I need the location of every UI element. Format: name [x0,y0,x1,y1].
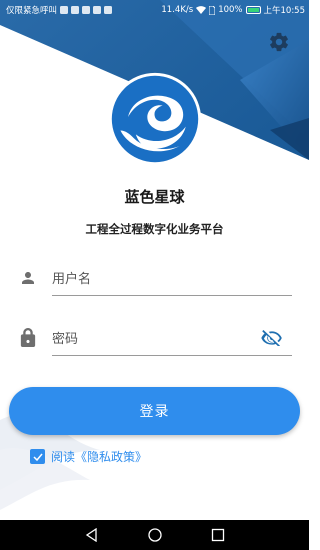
notification-icon [104,6,113,14]
privacy-policy-link[interactable]: 阅读《隐私政策》 [51,448,147,465]
login-screen: 仅限紧急呼叫 11.4K/s 100% 上午10:55 蓝色星球 工程全过程数字… [0,0,309,550]
privacy-checkbox[interactable] [30,449,45,464]
battery-percent: 100% [218,5,243,15]
eye-slash-icon[interactable] [261,330,283,346]
triangle-back-icon[interactable] [85,528,99,542]
network-speed: 11.4K/s [161,5,194,15]
gear-icon[interactable] [268,31,290,53]
wifi-icon [196,6,207,14]
notification-icon [82,6,91,14]
notification-icon [71,6,80,14]
app-title: 蓝色星球 [124,188,185,206]
clock: 上午10:55 [263,6,306,16]
sim-icon [209,5,216,15]
username-field [52,264,292,296]
lock-icon [20,328,36,347]
login-button[interactable]: 登录 [9,387,300,435]
password-input[interactable] [52,324,292,355]
privacy-row: 阅读《隐私政策》 [30,448,147,465]
app-logo [108,72,202,166]
username-input[interactable] [52,264,292,295]
app-subtitle: 工程全过程数字化业务平台 [85,222,224,236]
system-nav-bar [0,520,309,550]
circle-home-icon[interactable] [147,528,162,542]
check-icon [32,453,43,461]
status-bar: 仅限紧急呼叫 11.4K/s 100% 上午10:55 [0,0,309,20]
carrier-text: 仅限紧急呼叫 [6,6,58,16]
notification-icon [60,6,69,14]
square-recents-icon[interactable] [211,528,225,542]
person-icon [22,272,34,284]
battery-icon [245,6,261,14]
notification-icon [93,6,102,14]
password-field [52,324,292,356]
